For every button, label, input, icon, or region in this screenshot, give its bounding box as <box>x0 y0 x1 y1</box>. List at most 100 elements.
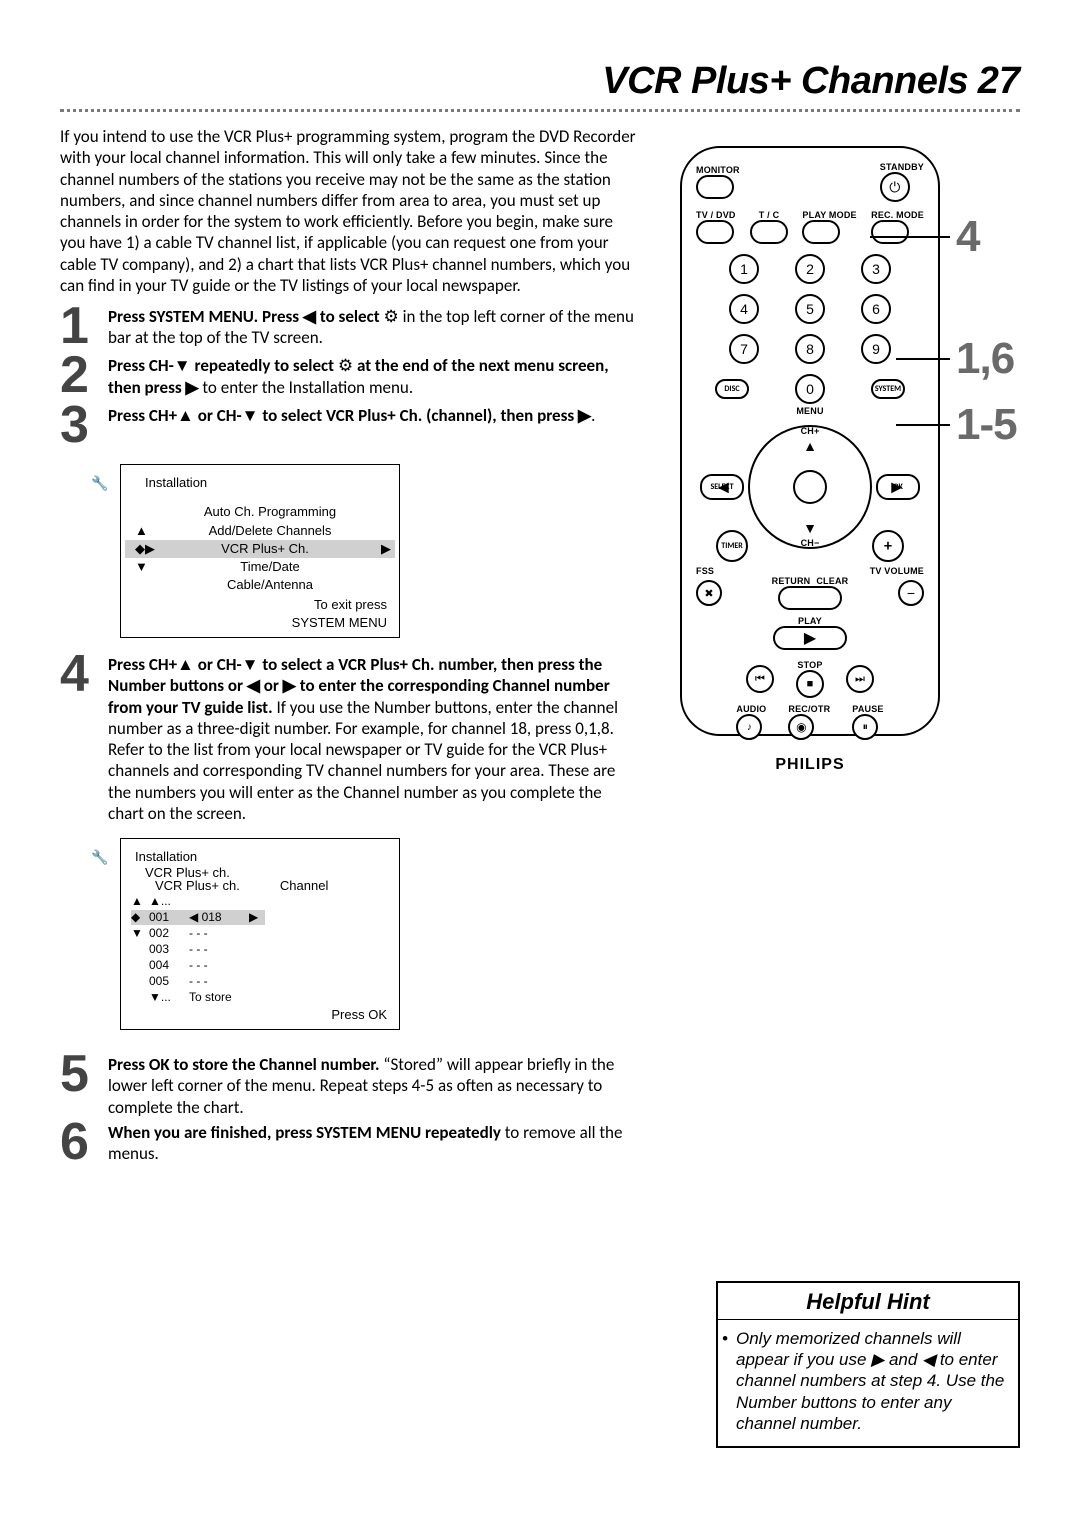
remote-control: MONITOR STANDBY ⏻ TV / DVD T / C PLAY MO… <box>680 146 940 736</box>
digit-0-button[interactable]: 0 <box>795 374 825 404</box>
hint-text: Only memorized channels will appear if y… <box>736 1329 1004 1433</box>
osd-cell: 004 <box>149 958 189 973</box>
digit-5-button[interactable]: 5 <box>795 294 825 324</box>
monitor-button[interactable] <box>696 175 734 199</box>
tvvolume-label: TV VOLUME <box>870 566 924 576</box>
left-button[interactable]: ◀ <box>718 479 729 496</box>
step-number: 2 <box>60 351 96 400</box>
osd-title: Installation <box>125 475 395 491</box>
wrench-icon: ⚙ <box>383 306 402 327</box>
osd-col-headers: VCR Plus+ ch. Channel <box>125 878 395 894</box>
osd-footer: To exit press <box>125 595 395 613</box>
fss-label: FSS <box>696 566 714 576</box>
step-text: When you are finished, press SYSTEM MENU… <box>108 1122 640 1165</box>
prev-button[interactable]: ⏮ <box>746 665 774 693</box>
osd-cell: - - - <box>189 958 249 973</box>
osd-cell: - - - <box>189 942 249 957</box>
osd-item-label: VCR Plus+ Ch. <box>221 541 309 557</box>
osd-item: Cable/Antenna <box>125 576 395 594</box>
osd-cell: ◀ 018 <box>189 910 249 925</box>
step-number: 4 <box>60 650 96 699</box>
digit-7-button[interactable]: 7 <box>729 334 759 364</box>
return-label: RETURN <box>772 576 811 586</box>
osd-cell: 001 <box>149 910 189 925</box>
pause-label: PAUSE <box>852 704 883 714</box>
audio-button[interactable]: ♪ <box>736 714 762 740</box>
clear-label: CLEAR <box>816 576 848 586</box>
callout-line <box>870 236 950 238</box>
step3-bold: Press CH+▲ or CH-▼ to select VCR Plus+ C… <box>108 405 591 426</box>
system-menu-button[interactable]: SYSTEM <box>871 379 905 399</box>
step-text: Press CH+▲ or CH-▼ to select VCR Plus+ C… <box>108 405 640 426</box>
recotr-label: REC/OTR <box>788 704 830 714</box>
step1-bold: Press SYSTEM MENU. Press ◀ to select <box>108 306 380 327</box>
tvvolume-button[interactable]: − <box>898 580 924 606</box>
menu-label: MENU <box>696 406 924 416</box>
digit-8-button[interactable]: 8 <box>795 334 825 364</box>
step-4: 4 Press CH+▲ or CH-▼ to select a VCR Plu… <box>60 654 640 824</box>
osd-item-label: Time/Date <box>240 559 299 575</box>
osd-item-selected: ◆▶VCR Plus+ Ch.▶ <box>125 540 395 558</box>
osd-item-label: Add/Delete Channels <box>209 523 332 539</box>
hint-title: Helpful Hint <box>718 1283 1018 1320</box>
next-button[interactable]: ⏭ <box>846 665 874 693</box>
tc-button[interactable] <box>750 220 788 244</box>
dpad-center <box>793 470 827 504</box>
standby-button[interactable]: ⏻ <box>880 172 910 202</box>
step-6: 6 When you are finished, press SYSTEM ME… <box>60 1122 640 1167</box>
digit-4-button[interactable]: 4 <box>729 294 759 324</box>
osd-installation-menu: 🔧 Installation Auto Ch. Programming ▲Add… <box>120 464 400 638</box>
plus-button[interactable]: + <box>872 530 904 562</box>
step-text: Press OK to store the Channel number. “S… <box>108 1054 640 1118</box>
osd-footer: Press OK <box>125 1005 395 1023</box>
play-label: PLAY <box>696 616 924 626</box>
digit-9-button[interactable]: 9 <box>861 334 891 364</box>
wrench-icon: 🔧 <box>91 475 108 493</box>
osd-footer: SYSTEM MENU <box>125 613 395 631</box>
digit-1-button[interactable]: 1 <box>729 254 759 284</box>
step-text: Press CH-▼ repeatedly to select ⚙ at the… <box>108 355 640 398</box>
osd-cell: - - - <box>189 974 249 989</box>
brand-logo: PHILIPS <box>696 756 924 774</box>
step-text: Press SYSTEM MENU. Press ◀ to select ⚙ i… <box>108 306 640 349</box>
digit-3-button[interactable]: 3 <box>861 254 891 284</box>
osd-item-label: Cable/Antenna <box>227 577 313 593</box>
fss-button[interactable]: ✖ <box>696 580 722 606</box>
tc-label: T / C <box>750 210 788 220</box>
standby-label: STANDBY <box>880 162 924 172</box>
digit-6-button[interactable]: 6 <box>861 294 891 324</box>
dpad: SELECT OK CH+ ▲ CH− ▼ ◀ ▶ TIMER + <box>696 422 924 552</box>
step-text: Press CH+▲ or CH-▼ to select a VCR Plus+… <box>108 654 640 824</box>
monitor-label: MONITOR <box>696 165 740 175</box>
rec-button[interactable]: ◉ <box>788 714 814 740</box>
playmode-button[interactable] <box>802 220 840 244</box>
tvdvd-button[interactable] <box>696 220 734 244</box>
step-1: 1 Press SYSTEM MENU. Press ◀ to select ⚙… <box>60 306 640 351</box>
title-divider <box>60 109 1020 112</box>
pause-button[interactable]: ⏸ <box>852 714 878 740</box>
play-button[interactable]: ▶ <box>773 626 847 650</box>
step5-bold: Press OK to store the Channel number. <box>108 1054 380 1075</box>
callout-line <box>896 424 950 426</box>
chplus-button[interactable]: ▲ <box>803 438 817 454</box>
osd-cell: - - - <box>189 926 249 941</box>
digit-2-button[interactable]: 2 <box>795 254 825 284</box>
disc-menu-button[interactable]: DISC <box>715 379 749 399</box>
callout-line <box>896 358 950 360</box>
osd-vcrplus-chart: 🔧 Installation VCR Plus+ ch. VCR Plus+ c… <box>120 838 400 1030</box>
step-number: 5 <box>60 1050 96 1099</box>
step-number: 6 <box>60 1118 96 1167</box>
manual-page: VCR Plus+ Channels 27 If you intend to u… <box>0 0 1080 1528</box>
osd-cell: ▼... <box>149 990 189 1005</box>
osd-cell: To store <box>189 990 249 1005</box>
tvdvd-label: TV / DVD <box>696 210 736 220</box>
step-3: 3 Press CH+▲ or CH-▼ to select VCR Plus+… <box>60 405 640 450</box>
wrench-icon: ⚙ <box>338 355 353 376</box>
recmode-button[interactable] <box>871 220 909 244</box>
chminus-button[interactable]: ▼ <box>803 520 817 536</box>
timer-button[interactable]: TIMER <box>716 530 748 562</box>
stop-button[interactable]: ■ <box>796 670 824 698</box>
return-clear-button[interactable] <box>778 586 842 610</box>
page-number: 27 <box>978 60 1020 102</box>
right-button[interactable]: ▶ <box>891 479 902 496</box>
